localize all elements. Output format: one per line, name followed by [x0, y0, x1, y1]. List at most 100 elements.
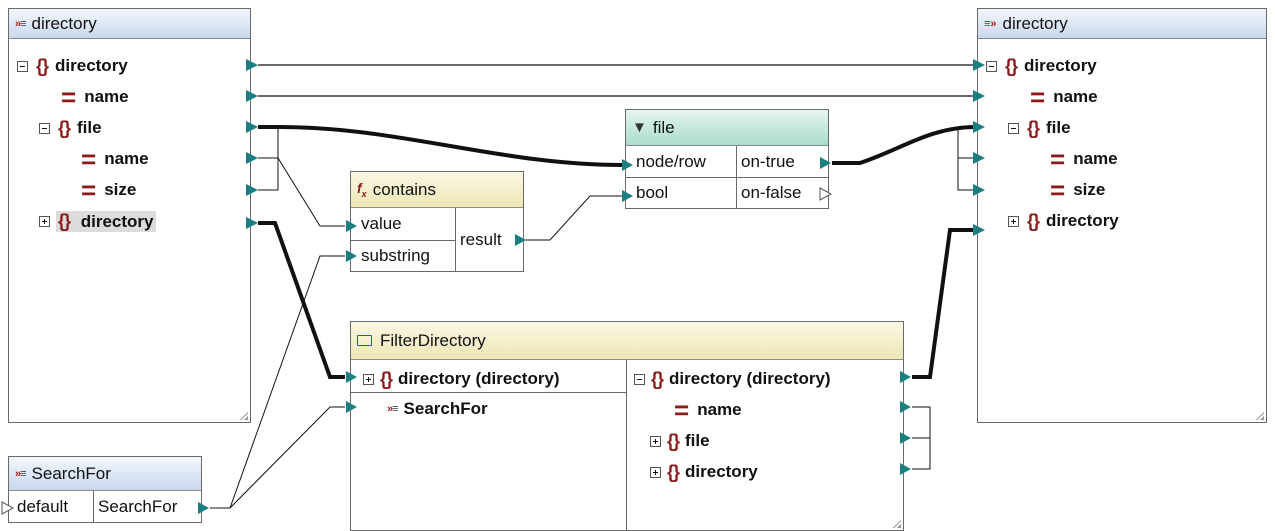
collapse-icon[interactable] [986, 60, 997, 72]
connection-subdir-to-fd [258, 221, 345, 379]
source-item-label: name [104, 149, 149, 168]
target-schema-icon: ≡» [984, 17, 997, 30]
searchfor-input-component[interactable]: »≡ SearchFor default SearchFor [8, 456, 202, 523]
fd-output-name[interactable]: = name [674, 397, 742, 423]
input-parameter-icon: »≡ [15, 467, 27, 480]
filterdirectory-title: FilterDirectory [380, 330, 486, 350]
fd-input-searchfor[interactable]: »≡ SearchFor [387, 396, 488, 422]
target-item-file[interactable]: {} file [1008, 115, 1071, 141]
folder-icon [357, 335, 372, 346]
expand-icon[interactable] [1008, 215, 1019, 227]
contains-input-value[interactable]: value [351, 208, 455, 240]
attribute-icon: = [1050, 144, 1066, 174]
target-item-file-size[interactable]: = size [1050, 177, 1105, 203]
filter-output-on-false[interactable]: on-false [736, 177, 828, 208]
contains-output-result[interactable]: result [455, 208, 523, 271]
source-schema-icon: »≡ [15, 17, 27, 30]
attribute-icon: = [1030, 82, 1046, 112]
resize-grip[interactable] [238, 410, 248, 420]
filter-input-bool[interactable]: bool [626, 177, 736, 208]
attribute-icon: = [61, 82, 77, 112]
expand-icon[interactable] [39, 215, 50, 227]
element-icon: {} [1027, 210, 1040, 231]
filter-input-node-row[interactable]: node/row [626, 146, 736, 177]
element-icon: {} [36, 55, 49, 76]
element-icon: {} [667, 430, 680, 451]
target-item-directory[interactable]: {} directory [986, 53, 1097, 79]
element-icon: {} [667, 461, 680, 482]
output-label: result [460, 229, 502, 249]
connection-fd-to-subdir [912, 228, 975, 379]
source-item-name[interactable]: = name [61, 84, 129, 110]
source-directory-component[interactable]: »≡ directory {} directory = name {} file… [8, 8, 251, 423]
filter-output-on-true[interactable]: on-true [736, 146, 828, 177]
fd-output-label: directory [685, 462, 758, 481]
attribute-icon: = [81, 175, 97, 205]
expand-icon[interactable] [650, 466, 661, 478]
collapse-icon[interactable] [1008, 122, 1019, 134]
fd-input-label: SearchFor [403, 399, 488, 418]
target-item-label: size [1073, 180, 1106, 199]
searchfor-default[interactable]: default [9, 491, 93, 523]
connection-on-true-to-file [832, 125, 976, 165]
source-item-file-size[interactable]: = size [81, 177, 136, 203]
target-component-header[interactable]: ≡» directory [978, 9, 1266, 39]
target-item-label: name [1053, 87, 1098, 106]
parameter-icon: »≡ [387, 403, 399, 415]
target-component-title: directory [1002, 13, 1068, 33]
fd-output-label: name [697, 400, 742, 419]
target-directory-component[interactable]: ≡» directory {} directory = name {} file… [977, 8, 1267, 423]
filterdirectory-header[interactable]: FilterDirectory [351, 322, 903, 360]
output-label: SearchFor [98, 497, 178, 516]
element-icon: {} [651, 368, 664, 389]
element-icon: {} [58, 117, 71, 138]
contains-header[interactable]: fx contains [351, 172, 523, 208]
source-component-title: directory [31, 13, 97, 33]
fd-input-label: directory (directory) [398, 369, 560, 388]
filterdirectory-function[interactable]: FilterDirectory {} directory (directory)… [350, 321, 904, 531]
fd-output-file[interactable]: {} file [650, 428, 710, 454]
searchfor-output[interactable]: SearchFor [93, 491, 201, 523]
fd-input-directory[interactable]: {} directory (directory) [363, 366, 560, 392]
target-item-label: directory [1046, 211, 1119, 230]
expand-icon[interactable] [363, 373, 374, 385]
collapse-icon[interactable] [17, 60, 28, 72]
source-item-file-name[interactable]: = name [81, 146, 149, 172]
element-icon: {} [58, 210, 71, 231]
expand-icon[interactable] [650, 435, 661, 447]
source-item-file[interactable]: {} file [39, 115, 102, 141]
contains-input-substring[interactable]: substring [351, 240, 455, 271]
filter-header[interactable]: ▼ file [626, 110, 828, 146]
element-icon: {} [1005, 55, 1018, 76]
fd-output-label: file [685, 431, 710, 450]
attribute-icon: = [1050, 175, 1066, 205]
output-label: on-true [741, 151, 795, 171]
resize-grip[interactable] [1254, 410, 1264, 420]
fd-output-subdirectory[interactable]: {} directory [650, 459, 758, 485]
source-item-directory[interactable]: {} directory [17, 53, 128, 79]
default-label: default [17, 497, 69, 516]
collapse-icon[interactable] [39, 122, 50, 134]
connection-size [258, 127, 279, 191]
element-icon: {} [1027, 117, 1040, 138]
source-component-header[interactable]: »≡ directory [9, 9, 250, 39]
target-item-label: name [1073, 149, 1118, 168]
filter-title: file [652, 117, 675, 137]
resize-grip[interactable] [891, 518, 901, 528]
collapse-icon[interactable] [634, 373, 645, 385]
contains-function[interactable]: fx contains value substring result [350, 171, 524, 272]
target-item-name[interactable]: = name [1030, 84, 1098, 110]
contains-title: contains [372, 179, 437, 199]
fd-output-directory[interactable]: {} directory (directory) [634, 366, 831, 392]
searchfor-header[interactable]: »≡ SearchFor [9, 457, 201, 491]
row-divider [351, 392, 626, 393]
connection-name-to-value [258, 157, 345, 227]
target-item-subdirectory[interactable]: {} directory [1008, 208, 1119, 234]
connection-result-to-bool [525, 195, 622, 241]
attribute-icon: = [674, 395, 690, 425]
filter-component[interactable]: ▼ file node/row bool on-true on-false [625, 109, 829, 209]
target-item-file-name[interactable]: = name [1050, 146, 1118, 172]
source-item-subdirectory[interactable]: {} directory [39, 208, 156, 234]
element-icon: {} [380, 368, 393, 389]
input-label: substring [361, 246, 430, 265]
